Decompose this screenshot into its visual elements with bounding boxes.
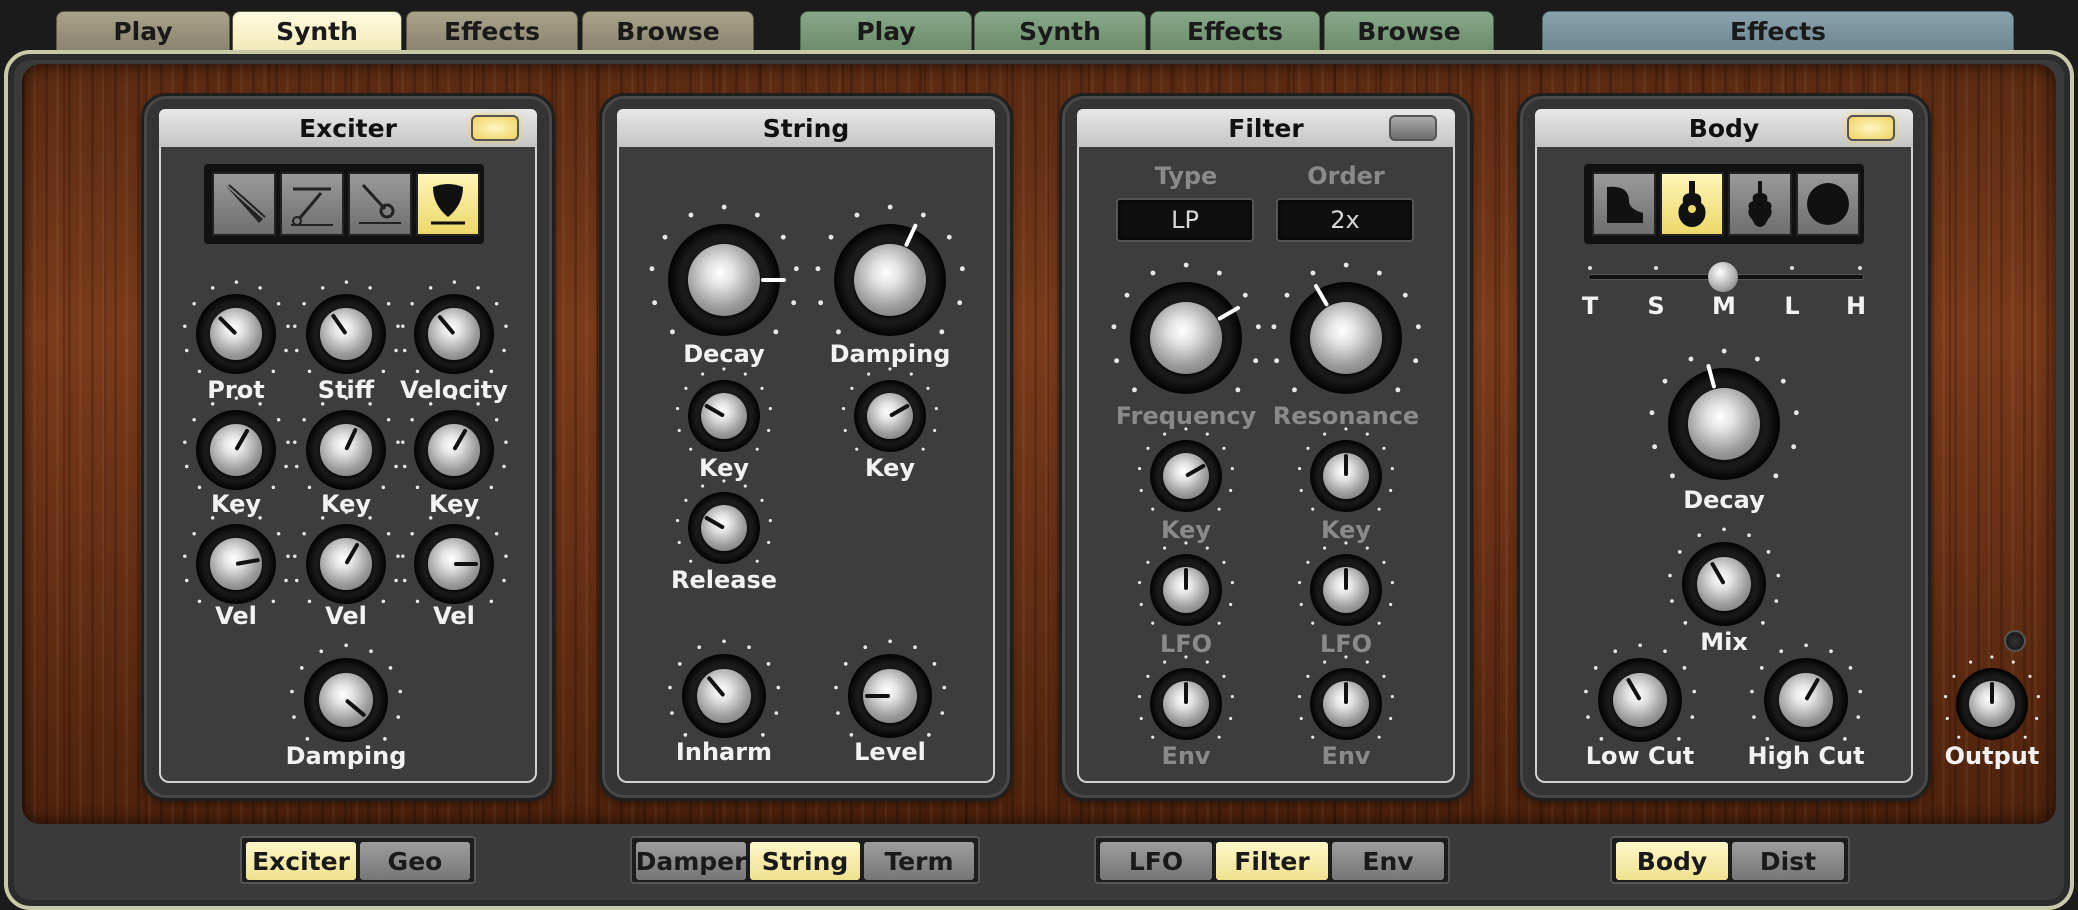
knob-pointer xyxy=(1990,682,1994,704)
knob-pointer xyxy=(1184,682,1188,704)
filter-type-label: Type xyxy=(1154,162,1218,190)
body-dist-selector: Body Dist xyxy=(1610,836,1850,884)
string-level-knob[interactable] xyxy=(834,639,946,738)
knob-cap xyxy=(1688,388,1760,460)
tab-synth-2[interactable]: Synth xyxy=(974,11,1146,51)
knob-pointer xyxy=(1344,682,1348,704)
output-led xyxy=(2004,630,2026,652)
output-knob[interactable] xyxy=(1944,655,2040,740)
guitar-icon[interactable] xyxy=(1660,172,1724,236)
exciter-key-knob-3[interactable] xyxy=(400,396,508,490)
filter-lfo-knob-2[interactable] xyxy=(1298,541,1394,626)
knob-pointer xyxy=(454,562,478,566)
exciter-geo-selector: Exciter Geo xyxy=(240,836,476,884)
hammer-icon[interactable] xyxy=(280,172,344,236)
string-release-knob[interactable] xyxy=(676,479,772,564)
knob-pointer xyxy=(1184,568,1188,590)
size-tick xyxy=(1588,266,1592,270)
string-key-knob-2[interactable] xyxy=(842,367,938,452)
exciter-prot-knob[interactable] xyxy=(182,280,290,374)
seg-body[interactable]: Body xyxy=(1616,842,1728,880)
knob-pointer xyxy=(760,278,786,282)
exciter-enable-led[interactable] xyxy=(471,115,519,141)
seg-term[interactable]: Term xyxy=(864,842,974,880)
violin-icon[interactable] xyxy=(1728,172,1792,236)
string-key-knob-1[interactable] xyxy=(676,367,772,452)
circle-icon[interactable] xyxy=(1796,172,1860,236)
knob-pointer xyxy=(864,694,890,698)
tab-effects[interactable]: Effects xyxy=(406,11,578,51)
seg-geo[interactable]: Geo xyxy=(360,842,470,880)
size-tick xyxy=(1722,266,1726,270)
string-panel: String xyxy=(602,96,1010,798)
string-decay-knob[interactable] xyxy=(649,204,799,336)
knob-cap xyxy=(1150,302,1222,374)
seg-lfo[interactable]: LFO xyxy=(1100,842,1212,880)
body-decay-knob[interactable] xyxy=(1649,348,1799,480)
string-selector: Damper String Term xyxy=(630,836,980,884)
tab-synth[interactable]: Synth xyxy=(232,11,402,51)
plectrum-icon[interactable] xyxy=(416,172,480,236)
tab-effects-3[interactable]: Effects xyxy=(1542,11,2014,51)
exciter-vel-knob-3[interactable] xyxy=(400,510,508,604)
seg-filter[interactable]: Filter xyxy=(1216,842,1328,880)
filter-frequency-knob[interactable] xyxy=(1111,262,1261,394)
size-label-h: H xyxy=(1845,292,1867,320)
filter-key-knob-2[interactable] xyxy=(1298,427,1394,512)
filter-type-display[interactable]: LP xyxy=(1116,198,1254,242)
seg-string[interactable]: String xyxy=(750,842,860,880)
tab-play[interactable]: Play xyxy=(56,11,230,51)
seg-exciter[interactable]: Exciter xyxy=(246,842,356,880)
tab-play-2[interactable]: Play xyxy=(800,11,972,51)
bow-icon[interactable] xyxy=(212,172,276,236)
filter-env-knob-1[interactable] xyxy=(1138,655,1234,740)
seg-env[interactable]: Env xyxy=(1332,842,1444,880)
filter-order-label: Order xyxy=(1307,162,1385,190)
filter-enable-led[interactable] xyxy=(1389,115,1437,141)
exciter-damping-knob[interactable] xyxy=(290,643,402,742)
piano-icon[interactable] xyxy=(1592,172,1656,236)
body-lowcut-knob[interactable] xyxy=(1584,643,1696,742)
string-damping-knob[interactable] xyxy=(815,204,965,336)
string-title: String xyxy=(617,109,995,147)
filter-lfo-knob-1[interactable] xyxy=(1138,541,1234,626)
exciter-vel-knob-2[interactable] xyxy=(292,510,400,604)
knob-cap xyxy=(854,244,926,316)
filter-selector: LFO Filter Env xyxy=(1094,836,1450,884)
exciter-key-knob-1[interactable] xyxy=(182,396,290,490)
filter-key-knob-1[interactable] xyxy=(1138,427,1234,512)
knob-pointer xyxy=(1344,568,1348,590)
exciter-vel-knob-1[interactable] xyxy=(182,510,290,604)
string-inharm-knob[interactable] xyxy=(668,639,780,738)
body-enable-led[interactable] xyxy=(1847,115,1895,141)
tab-effects-2[interactable]: Effects xyxy=(1150,11,1320,51)
filter-resonance-knob[interactable] xyxy=(1271,262,1421,394)
filter-order-display[interactable]: 2x xyxy=(1276,198,1414,242)
mallet-icon[interactable] xyxy=(348,172,412,236)
tab-browse[interactable]: Browse xyxy=(582,11,754,51)
body-highcut-knob[interactable] xyxy=(1750,643,1862,742)
filter-body xyxy=(1077,147,1455,783)
seg-dist[interactable]: Dist xyxy=(1732,842,1844,880)
size-tick xyxy=(1790,266,1794,270)
filter-env-knob-2[interactable] xyxy=(1298,655,1394,740)
exciter-stiff-knob[interactable] xyxy=(292,280,400,374)
exciter-key-knob-2[interactable] xyxy=(292,396,400,490)
exciter-velocity-knob[interactable] xyxy=(400,280,508,374)
body-mix-knob[interactable] xyxy=(1668,527,1780,626)
knob-cap xyxy=(1310,302,1382,374)
seg-damper[interactable]: Damper xyxy=(636,842,746,880)
size-tick xyxy=(1858,266,1862,270)
size-tick xyxy=(1654,266,1658,270)
knob-pointer xyxy=(1344,454,1348,476)
tab-browse-2[interactable]: Browse xyxy=(1324,11,1494,51)
knob-cap xyxy=(688,244,760,316)
